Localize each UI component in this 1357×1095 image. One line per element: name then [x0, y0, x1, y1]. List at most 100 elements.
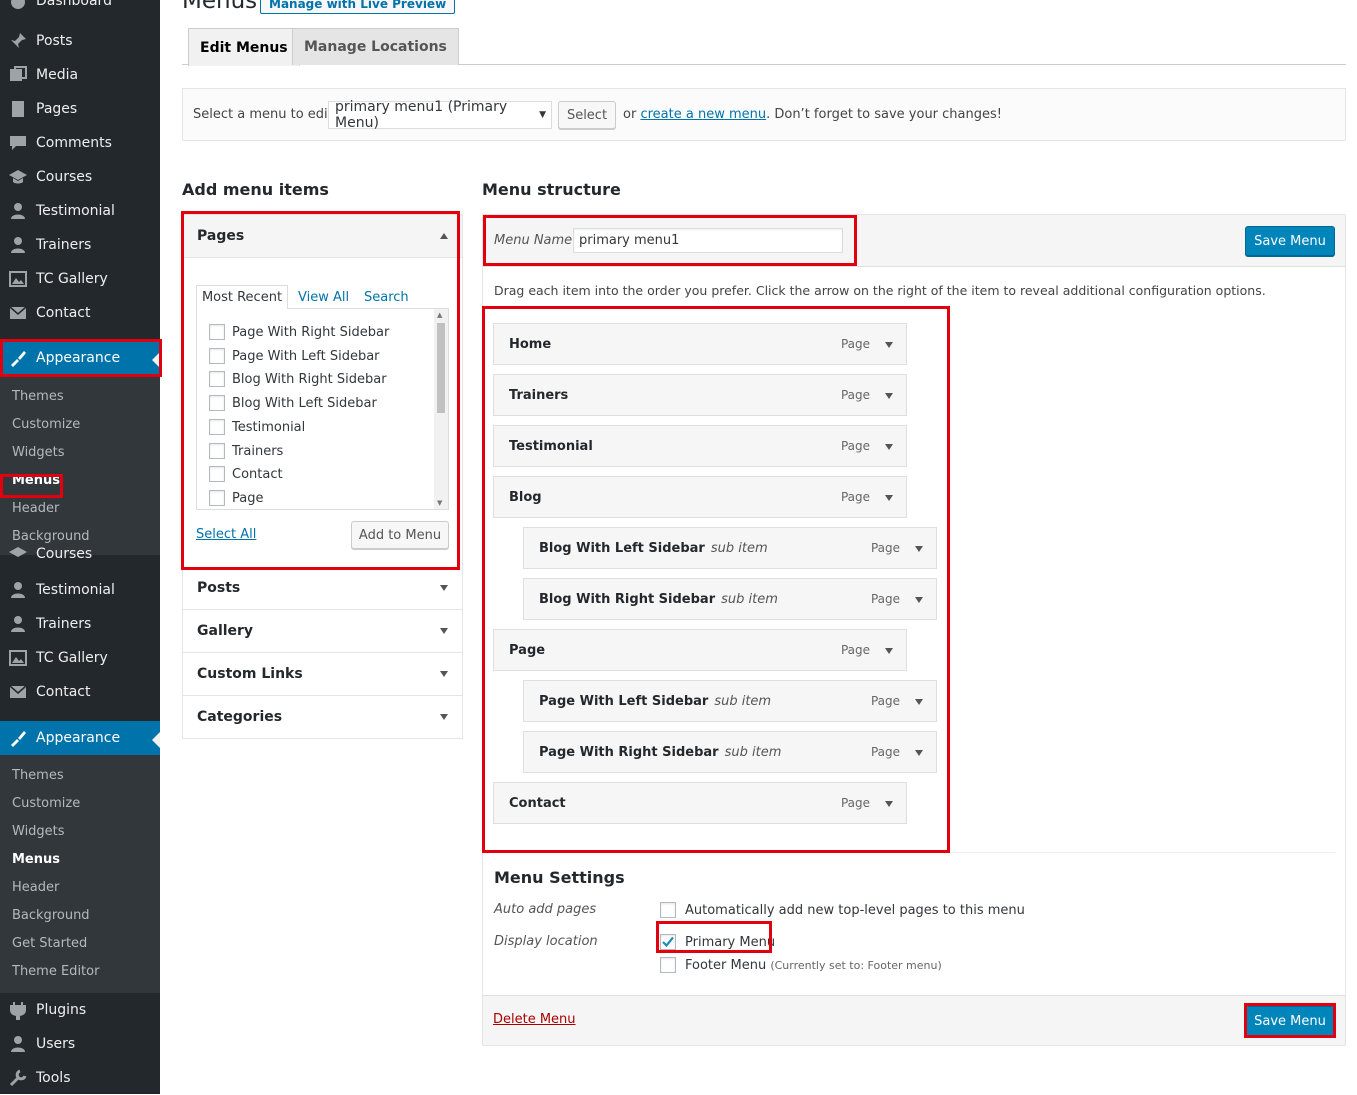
- create-menu-link[interactable]: create a new menu: [640, 107, 766, 122]
- menu-item[interactable]: Home Page: [493, 323, 907, 365]
- live-preview-button[interactable]: Manage with Live Preview: [260, 0, 456, 14]
- page-checkbox[interactable]: [209, 371, 225, 388]
- page-checkbox[interactable]: [209, 466, 225, 483]
- appearance-submenu-2: [0, 755, 160, 993]
- sidebar-item-contact[interactable]: Contact: [0, 296, 160, 330]
- page-checkbox[interactable]: [209, 418, 225, 435]
- select-button[interactable]: Select: [558, 101, 616, 129]
- menu-item[interactable]: Page With Right Sidebar sub item Page: [523, 731, 937, 773]
- submenu-item-widgets[interactable]: Widgets: [12, 445, 65, 460]
- menu-name-input[interactable]: [573, 228, 843, 253]
- menu-name-label: Menu Name: [494, 233, 573, 248]
- page-checkbox[interactable]: [209, 347, 225, 364]
- menu-item[interactable]: Contact Page: [493, 782, 907, 824]
- submenu-item-background[interactable]: Background: [12, 529, 90, 544]
- sidebar-item-contact[interactable]: Contact: [0, 675, 160, 709]
- auto-add-checkbox[interactable]: [660, 902, 676, 918]
- sidebar-item-label: Trainers: [36, 616, 92, 632]
- item-edit-arrow-icon[interactable]: [885, 648, 893, 654]
- footer-menu-text-wrap: Footer Menu (Currently set to: Footer me…: [685, 958, 942, 973]
- sidebar-item-trainers[interactable]: Trainers: [0, 228, 160, 262]
- tab-manage-locations[interactable]: Manage Locations: [292, 28, 459, 65]
- tab-view-all[interactable]: View All: [298, 290, 349, 305]
- menu-item[interactable]: Page Page: [493, 629, 907, 671]
- submenu-item-get-started[interactable]: Get Started: [12, 936, 87, 951]
- tab-most-recent[interactable]: Most Recent: [196, 285, 288, 310]
- save-menu-button-top[interactable]: Save Menu: [1245, 226, 1335, 256]
- add-to-menu-button[interactable]: Add to Menu: [351, 521, 449, 549]
- menu-item-title-wrap: Page With Right Sidebar sub item: [539, 745, 781, 760]
- submenu-item-menus[interactable]: Menus: [12, 852, 60, 867]
- delete-menu-link[interactable]: Delete Menu: [493, 1012, 576, 1027]
- pages-checklist: Page With Right Sidebar Page With Left Si…: [196, 309, 449, 510]
- page-checkbox[interactable]: [209, 489, 225, 506]
- menu-item[interactable]: Blog With Left Sidebar sub item Page: [523, 527, 937, 569]
- sidebar-item-tools[interactable]: Tools: [0, 1061, 160, 1095]
- sidebar-item-testimonial[interactable]: Testimonial: [0, 194, 160, 228]
- scrollbar-thumb[interactable]: [437, 323, 445, 413]
- item-edit-arrow-icon[interactable]: [885, 393, 893, 399]
- menu-item[interactable]: Testimonial Page: [493, 425, 907, 467]
- page-checkbox[interactable]: [209, 442, 225, 459]
- submenu-item-themes[interactable]: Themes: [12, 389, 64, 404]
- submenu-item-themes[interactable]: Themes: [12, 768, 64, 783]
- sidebar-item-dashboard[interactable]: Dashboard: [0, 0, 160, 18]
- submenu-item-theme-editor[interactable]: Theme Editor: [12, 964, 99, 979]
- sidebar-item-label: Posts: [36, 33, 73, 49]
- item-edit-arrow-icon[interactable]: [915, 546, 923, 552]
- sidebar-item-label: Comments: [36, 135, 112, 151]
- panel-gallery[interactable]: Gallery: [183, 610, 462, 653]
- item-edit-arrow-icon[interactable]: [915, 699, 923, 705]
- item-edit-arrow-icon[interactable]: [885, 342, 893, 348]
- submenu-item-menus[interactable]: Menus: [12, 473, 60, 488]
- submenu-item-customize[interactable]: Customize: [12, 417, 80, 432]
- panel-posts[interactable]: Posts: [183, 567, 462, 610]
- submenu-item-customize[interactable]: Customize: [12, 796, 80, 811]
- submenu-item-background[interactable]: Background: [12, 908, 90, 923]
- item-edit-arrow-icon[interactable]: [885, 801, 893, 807]
- menu-item[interactable]: Page With Left Sidebar sub item Page: [523, 680, 937, 722]
- scroll-up-icon[interactable]: ▲: [437, 311, 442, 319]
- menu-select[interactable]: primary menu1 (Primary Menu) ▼: [328, 99, 552, 131]
- submenu-item-header[interactable]: Header: [12, 501, 59, 516]
- current-arrow-icon: [152, 352, 160, 368]
- sidebar-item-label: Plugins: [36, 1002, 87, 1018]
- sidebar-item-tc-gallery[interactable]: TC Gallery: [0, 641, 160, 675]
- tab-search[interactable]: Search: [364, 290, 409, 305]
- scroll-down-icon[interactable]: ▼: [437, 499, 442, 507]
- sidebar-item-media[interactable]: Media: [0, 58, 160, 92]
- pages-panel-header[interactable]: Pages: [183, 215, 462, 258]
- page-checkbox[interactable]: [209, 395, 225, 412]
- footer-menu-checkbox[interactable]: [660, 957, 676, 973]
- tab-edit-menus[interactable]: Edit Menus: [188, 28, 300, 66]
- panel-custom-links[interactable]: Custom Links: [183, 653, 462, 696]
- sidebar-item-posts[interactable]: Posts: [0, 24, 160, 58]
- sidebar-item-comments[interactable]: Comments: [0, 126, 160, 160]
- menu-item[interactable]: Trainers Page: [493, 374, 907, 416]
- sidebar-item-users[interactable]: Users: [0, 1027, 160, 1061]
- sidebar-item-plugins[interactable]: Plugins: [0, 993, 160, 1027]
- sidebar-item-trainers[interactable]: Trainers: [0, 607, 160, 641]
- scrollbar[interactable]: ▲ ▼: [434, 309, 448, 509]
- primary-menu-checkbox[interactable]: [660, 934, 676, 950]
- sidebar-item-tc-gallery[interactable]: TC Gallery: [0, 262, 160, 296]
- sidebar-item-pages[interactable]: Pages: [0, 92, 160, 126]
- sidebar-item-label: Courses: [36, 169, 93, 185]
- submenu-item-widgets[interactable]: Widgets: [12, 824, 65, 839]
- item-edit-arrow-icon[interactable]: [915, 597, 923, 603]
- submenu-item-header[interactable]: Header: [12, 880, 59, 895]
- select-all-link[interactable]: Select All: [196, 527, 256, 542]
- save-menu-button-bottom[interactable]: Save Menu: [1245, 1006, 1335, 1036]
- sidebar-item-courses[interactable]: Courses: [0, 160, 160, 194]
- menu-item[interactable]: Blog Page: [493, 476, 907, 518]
- page-checkbox[interactable]: [209, 324, 225, 340]
- item-edit-arrow-icon[interactable]: [885, 444, 893, 450]
- sidebar-item-appearance-2[interactable]: Appearance: [0, 721, 160, 755]
- menu-item[interactable]: Blog With Right Sidebar sub item Page: [523, 578, 937, 620]
- panel-categories[interactable]: Categories: [183, 696, 462, 739]
- sidebar-item-courses[interactable]: Courses: [0, 544, 160, 564]
- item-edit-arrow-icon[interactable]: [885, 495, 893, 501]
- sidebar-item-testimonial[interactable]: Testimonial: [0, 573, 160, 607]
- sidebar-item-appearance[interactable]: Appearance: [0, 341, 160, 375]
- item-edit-arrow-icon[interactable]: [915, 750, 923, 756]
